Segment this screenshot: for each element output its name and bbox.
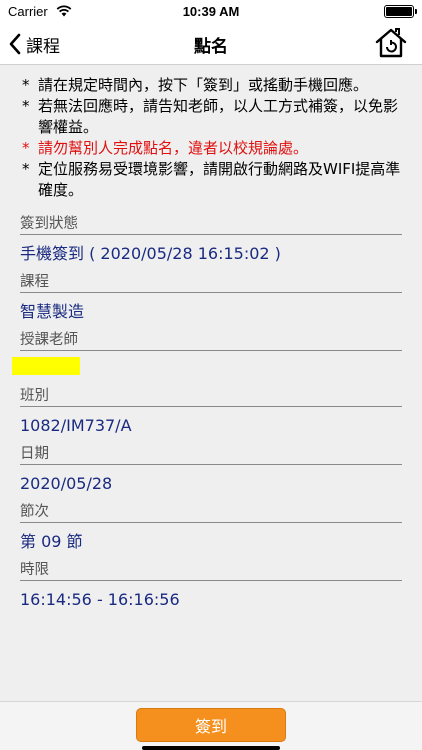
status-label: 簽到狀態 bbox=[20, 216, 78, 232]
divider bbox=[20, 292, 402, 293]
battery-icon bbox=[384, 5, 417, 18]
notice-item: * 若無法回應時，請告知老師，以人工方式補簽，以免影響權益。 bbox=[22, 97, 399, 136]
page-title: 點名 bbox=[194, 37, 228, 57]
notice-item: * 請在規定時間內，按下「簽到」或搖動手機回應。 bbox=[22, 76, 369, 94]
divider bbox=[20, 580, 402, 581]
attendance-content: * 請在規定時間內，按下「簽到」或搖動手機回應。 * 若無法回應時，請告知老師，… bbox=[0, 64, 422, 701]
class-value: 1082/IM737/A bbox=[20, 416, 132, 435]
period-value: 第 09 節 bbox=[20, 532, 83, 551]
date-value: 2020/05/28 bbox=[20, 474, 113, 493]
notice-item: * 定位服務易受環境影響，請開啟行動網路及WIFI提高準確度。 bbox=[22, 160, 401, 199]
divider bbox=[20, 350, 402, 351]
status-time: 10:39 AM bbox=[182, 4, 240, 19]
nav-bar: 課程 點名 bbox=[0, 24, 422, 64]
time-limit-field: 時限 16:14:56 - 16:16:56 bbox=[20, 561, 402, 611]
sign-in-button[interactable]: 簽到 bbox=[136, 708, 286, 742]
status-field: 簽到狀態 手機簽到 ( 2020/05/28 16:15:02 ) bbox=[20, 215, 402, 265]
period-field: 節次 第 09 節 bbox=[20, 503, 402, 553]
notice-list: * 請在規定時間內，按下「簽到」或搖動手機回應。 * 若無法回應時，請告知老師，… bbox=[22, 75, 412, 201]
time-limit-value: 16:14:56 - 16:16:56 bbox=[20, 590, 180, 609]
course-label: 課程 bbox=[20, 274, 49, 290]
teacher-label: 授課老師 bbox=[20, 332, 78, 348]
date-label: 日期 bbox=[20, 446, 49, 462]
course-value: 智慧製造 bbox=[20, 302, 85, 321]
notice-item-warning: * 請勿幫別人完成點名，違者以校規論處。 bbox=[22, 139, 309, 157]
period-label: 節次 bbox=[20, 504, 49, 520]
teacher-field: 授課老師 bbox=[12, 331, 402, 375]
divider bbox=[20, 406, 402, 407]
divider bbox=[20, 464, 402, 465]
class-label: 班別 bbox=[20, 388, 49, 404]
time-limit-label: 時限 bbox=[20, 562, 49, 578]
class-field: 班別 1082/IM737/A bbox=[20, 387, 402, 437]
home-indicator bbox=[142, 746, 280, 750]
course-field: 課程 智慧製造 bbox=[20, 273, 402, 323]
status-value: 手機簽到 ( 2020/05/28 16:15:02 ) bbox=[20, 244, 281, 263]
status-bar: Carrier 10:39 AM bbox=[0, 0, 422, 24]
divider bbox=[20, 234, 402, 235]
teacher-redaction bbox=[12, 357, 80, 375]
divider bbox=[20, 522, 402, 523]
bottom-bar: 簽到 bbox=[0, 701, 422, 750]
date-field: 日期 2020/05/28 bbox=[20, 445, 402, 495]
home-icon[interactable] bbox=[374, 26, 408, 60]
